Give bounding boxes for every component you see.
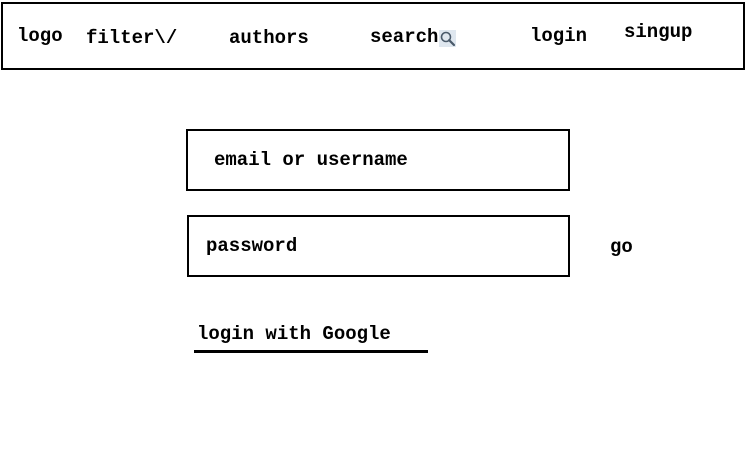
signup-link[interactable]: singup: [624, 21, 692, 43]
top-navbar: logo filter\/ authors search login singu…: [1, 2, 745, 70]
email-field-box: [186, 129, 570, 191]
search-button[interactable]: search: [370, 25, 457, 49]
google-link-underline: [194, 350, 428, 353]
filter-dropdown[interactable]: filter\/: [86, 27, 177, 49]
logo[interactable]: logo: [17, 25, 63, 47]
password-field[interactable]: [189, 217, 568, 275]
login-with-google-link[interactable]: login with Google: [197, 323, 391, 345]
go-button[interactable]: go: [610, 236, 633, 258]
email-field[interactable]: [188, 131, 568, 189]
authors-link[interactable]: authors: [229, 27, 309, 49]
password-field-box: [187, 215, 570, 277]
login-link[interactable]: login: [530, 25, 587, 47]
search-label: search: [370, 26, 439, 48]
search-icon[interactable]: [439, 29, 457, 47]
